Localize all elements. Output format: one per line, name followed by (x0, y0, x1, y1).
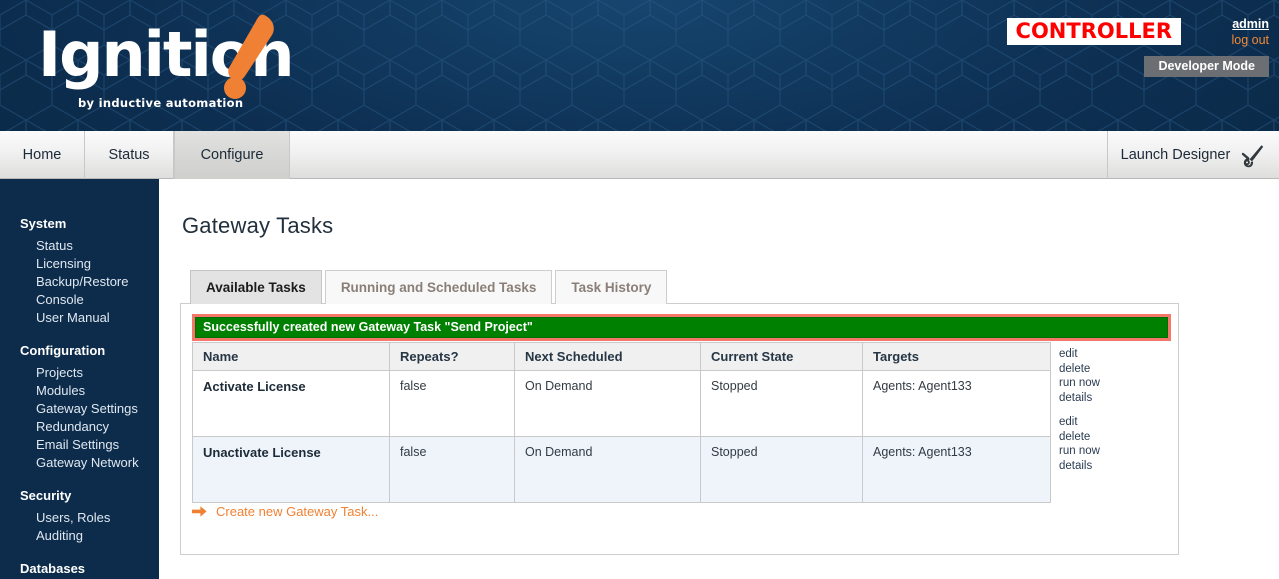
wrench-icon (1242, 145, 1264, 168)
cell-task-name: Activate License (192, 370, 390, 437)
developer-mode-badge: Developer Mode (1144, 56, 1269, 77)
gateway-tasks-table: Name Repeats? Next Scheduled Current Sta… (192, 342, 1051, 503)
tab-running-and-scheduled-tasks[interactable]: Running and Scheduled Tasks (324, 270, 553, 304)
sidebar-group-title: Security (20, 488, 72, 503)
tab-available-tasks[interactable]: Available Tasks (190, 270, 322, 304)
create-new-gateway-task-link[interactable]: Create new Gateway Task... (192, 504, 378, 519)
sidebar-item-console[interactable]: Console (0, 291, 159, 309)
nav-tab-configure[interactable]: Configure (174, 131, 290, 179)
ignition-logo: Ignition by inductive automation (38, 8, 298, 118)
sidebar-item-status[interactable]: Status (0, 237, 159, 255)
success-alert-banner: Successfully created new Gateway Task "S… (192, 314, 1171, 341)
run-now-link[interactable]: run now (1059, 444, 1100, 459)
delete-link[interactable]: delete (1059, 362, 1100, 377)
content-area: Gateway Tasks Available Tasks Running an… (180, 179, 1179, 579)
edit-link[interactable]: edit (1059, 347, 1100, 362)
sidebar-group-databases: Databases (0, 558, 159, 579)
cell-targets: Agents: Agent133 (862, 370, 1051, 437)
arrow-right-icon (192, 506, 207, 517)
admin-user-link[interactable]: admin (1179, 16, 1269, 32)
column-header-next-scheduled: Next Scheduled (514, 342, 701, 371)
table-header-row: Name Repeats? Next Scheduled Current Sta… (192, 342, 1051, 371)
launch-designer-button[interactable]: Launch Designer (1107, 131, 1279, 179)
app-header: Ignition by inductive automation CONTROL… (0, 0, 1279, 131)
sidebar-group-title: Databases (20, 561, 86, 576)
sidebar-item-modules[interactable]: Modules (0, 382, 159, 400)
main-navigation-bar: Home Status Configure Launch Designer (0, 131, 1279, 179)
sidebar-group-system: System Status Licensing Backup/Restore C… (0, 213, 159, 327)
sidebar-group-title: Configuration (20, 343, 106, 358)
delete-link[interactable]: delete (1059, 430, 1100, 445)
sidebar-group-title: System (20, 216, 67, 231)
sidebar-item-licensing[interactable]: Licensing (0, 255, 159, 273)
create-new-gateway-task-label: Create new Gateway Task... (216, 504, 379, 519)
nav-tab-home[interactable]: Home (0, 131, 85, 179)
cell-repeats: false (389, 436, 515, 503)
sidebar-group-security: Security Users, Roles Auditing (0, 485, 159, 545)
edit-link[interactable]: edit (1059, 415, 1100, 430)
page-title: Gateway Tasks (182, 213, 334, 238)
task-tabs: Available Tasks Running and Scheduled Ta… (190, 270, 670, 304)
log-out-link[interactable]: log out (1179, 32, 1269, 49)
details-link[interactable]: details (1059, 459, 1100, 474)
user-block: admin log out (1179, 16, 1269, 49)
table-row[interactable]: Unactivate License false On Demand Stopp… (192, 436, 1051, 503)
sidebar-item-email-settings[interactable]: Email Settings (0, 436, 159, 454)
cell-next-scheduled: On Demand (514, 436, 701, 503)
tab-task-history[interactable]: Task History (555, 270, 668, 304)
tasks-panel: Successfully created new Gateway Task "S… (180, 303, 1179, 555)
run-now-link[interactable]: run now (1059, 376, 1100, 391)
page-body: System Status Licensing Backup/Restore C… (0, 179, 1279, 579)
exclamation-mark-icon (224, 14, 274, 99)
sidebar-item-gateway-network[interactable]: Gateway Network (0, 454, 159, 472)
column-header-targets: Targets (862, 342, 1051, 371)
cell-task-name: Unactivate License (192, 436, 390, 503)
sidebar-item-redundancy[interactable]: Redundancy (0, 418, 159, 436)
column-header-current-state: Current State (700, 342, 863, 371)
cell-current-state: Stopped (700, 436, 863, 503)
nav-tab-status[interactable]: Status (85, 131, 174, 179)
table-row[interactable]: Activate License false On Demand Stopped… (192, 370, 1051, 437)
cell-next-scheduled: On Demand (514, 370, 701, 437)
cell-repeats: false (389, 370, 515, 437)
controller-badge: CONTROLLER (1006, 18, 1181, 46)
launch-designer-label: Launch Designer (1120, 147, 1231, 163)
sidebar-group-configuration: Configuration Projects Modules Gateway S… (0, 340, 159, 472)
sidebar-item-users-roles[interactable]: Users, Roles (0, 509, 159, 527)
cell-current-state: Stopped (700, 370, 863, 437)
cell-targets: Agents: Agent133 (862, 436, 1051, 503)
column-header-repeats: Repeats? (389, 342, 515, 371)
details-link[interactable]: details (1059, 391, 1100, 406)
sidebar-item-user-manual[interactable]: User Manual (0, 309, 159, 327)
sidebar-item-projects[interactable]: Projects (0, 364, 159, 382)
row-actions-group: edit delete run now details (1059, 415, 1100, 473)
sidebar-item-gateway-settings[interactable]: Gateway Settings (0, 400, 159, 418)
column-header-name: Name (192, 342, 390, 371)
sidebar-item-auditing[interactable]: Auditing (0, 527, 159, 545)
row-actions-group: edit delete run now details (1059, 347, 1100, 405)
sidebar-navigation: System Status Licensing Backup/Restore C… (0, 179, 159, 579)
sidebar-item-backup-restore[interactable]: Backup/Restore (0, 273, 159, 291)
